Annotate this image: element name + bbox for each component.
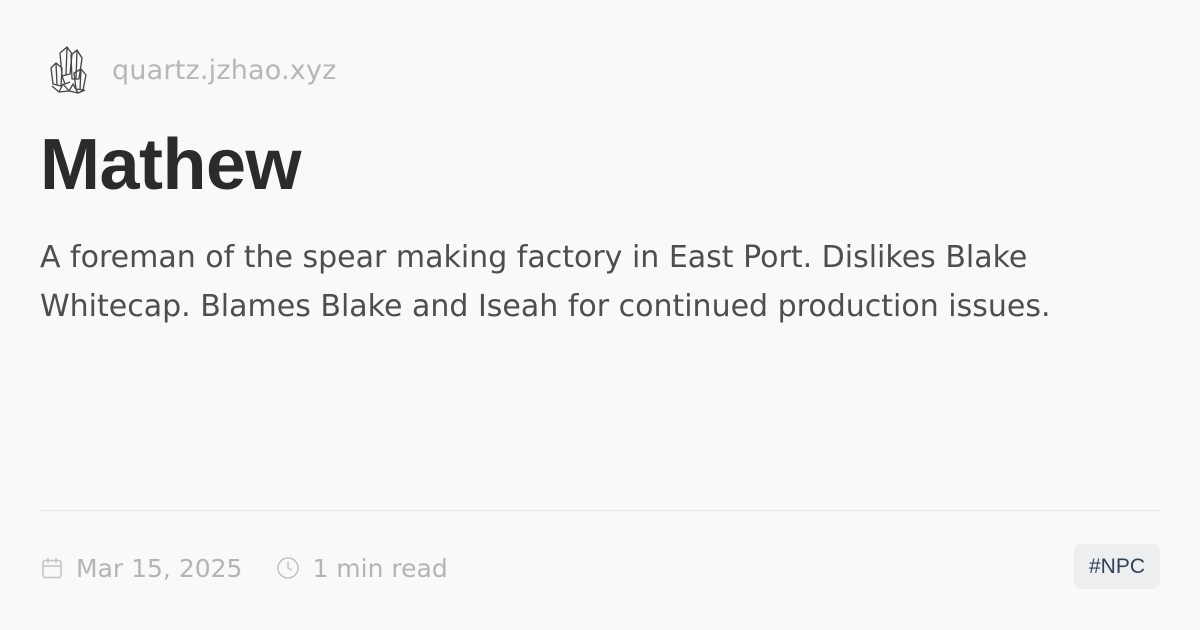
reading-time: 1 min read [312, 553, 448, 583]
clock-icon [277, 557, 300, 579]
page-meta: Mar 15, 2025 1 min read [40, 546, 482, 590]
page-description: A foreman of the spear making factory in… [40, 240, 1051, 324]
reading-time-meta: 1 min read [276, 553, 448, 583]
page-title: Mathew [40, 125, 302, 205]
crystal-cluster-icon [50, 46, 87, 94]
site-name: quartz.jzhao.xyz [112, 54, 337, 86]
preview-card: quartz.jzhao.xyz Mathew A foreman of the… [40, 0, 1160, 630]
publish-date: Mar 15, 2025 [76, 553, 243, 583]
site-header[interactable]: quartz.jzhao.xyz [48, 42, 337, 98]
calendar-icon [42, 557, 62, 579]
date-meta: Mar 15, 2025 [40, 556, 242, 581]
tag-npc[interactable]: #NPC [1073, 544, 1160, 589]
divider [40, 510, 1160, 511]
